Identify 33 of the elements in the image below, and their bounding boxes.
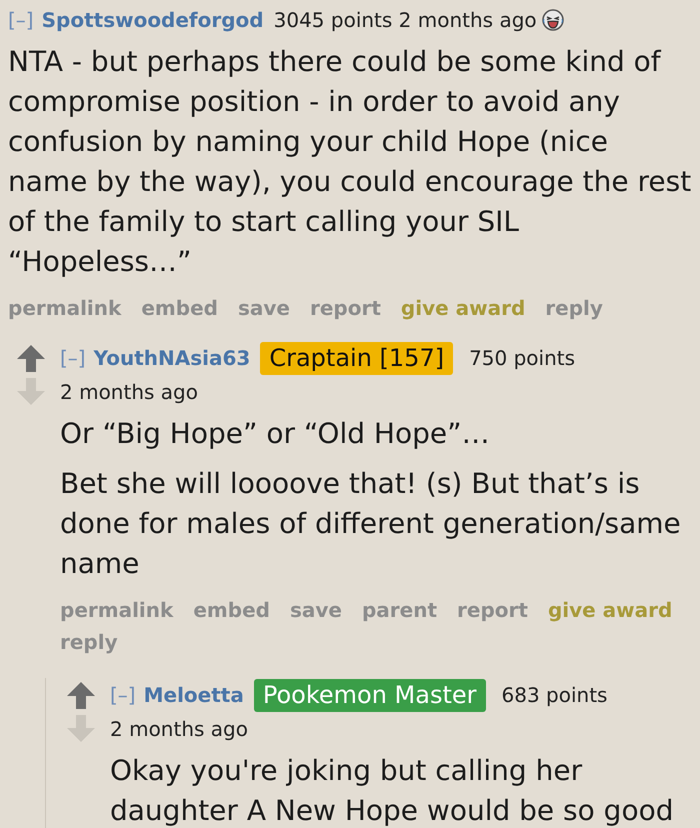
comment-text: NTA - but perhaps there could be some kind of compromise position - in order to avoid any confusion by naming your child Hope (nice name by the way), you could encourage the rest of the family to start calling your SIL “Hopeless…” xyxy=(8,44,692,280)
comment-score: 750 points xyxy=(469,346,576,370)
username-link[interactable]: Meloetta xyxy=(144,683,244,707)
comment-action-link[interactable]: save xyxy=(290,594,342,626)
comment-action-link[interactable]: permalink xyxy=(60,594,174,626)
collapse-toggle[interactable]: [–] xyxy=(60,346,86,370)
comment-action-link[interactable]: reply xyxy=(545,292,603,324)
comment-action-link[interactable]: reply xyxy=(60,626,118,658)
user-flair: Pookemon Master xyxy=(254,679,486,712)
collapse-toggle[interactable]: [–] xyxy=(110,683,136,707)
comment-action-link[interactable]: report xyxy=(310,292,381,324)
up-arrow-icon[interactable] xyxy=(17,345,45,372)
comment-action-link[interactable]: permalink xyxy=(8,292,122,324)
comment-action-link[interactable]: embed xyxy=(141,292,218,324)
collapse-toggle[interactable]: [–] xyxy=(8,8,34,32)
comment-action-link[interactable]: report xyxy=(457,594,528,626)
username-link[interactable]: Spottswoodeforgod xyxy=(42,8,264,32)
comment-time: 2 months ago xyxy=(398,8,537,32)
comment-action-link[interactable]: parent xyxy=(362,594,438,626)
comment-score: 3045 points xyxy=(274,8,392,32)
up-arrow-icon[interactable] xyxy=(67,682,95,709)
comment-time: 2 months ago xyxy=(60,380,198,404)
comment-time: 2 months ago xyxy=(110,717,248,741)
comment-action-link[interactable]: embed xyxy=(193,594,270,626)
username-link[interactable]: YouthNAsia63 xyxy=(94,346,250,370)
comment-text: Okay you're joking but calling her daughter A New Hope would be so good xyxy=(110,753,674,828)
comment-score: 683 points xyxy=(502,683,608,707)
comment-text: Bet she will loooove that! (s) But that’s is done for males of different generation/same name xyxy=(60,466,682,582)
give-award-link[interactable]: give award xyxy=(548,594,672,626)
user-flair: Craptain [157] xyxy=(260,342,454,375)
comment-text: Or “Big Hope” or “Old Hope”… xyxy=(60,416,491,452)
comment-action-link[interactable]: save xyxy=(238,292,290,324)
give-award-link[interactable]: give award xyxy=(400,292,526,324)
